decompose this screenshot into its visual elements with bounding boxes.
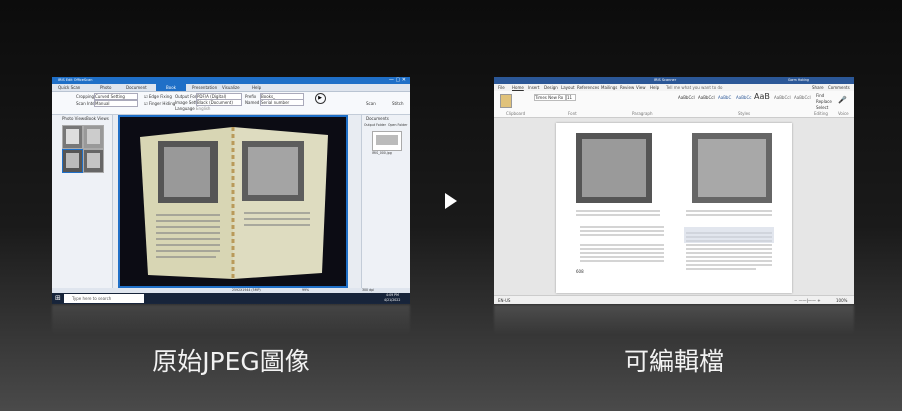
word-app-window: IRIS Scanner Gorm Hoking File Home Inser… (494, 77, 854, 304)
word-zoom-level[interactable]: 100% (836, 298, 847, 303)
dictate-icon[interactable]: 🎤 (838, 96, 847, 104)
word-title: IRIS Scanner (654, 78, 677, 82)
tab-book-views[interactable]: Book Views (86, 116, 109, 121)
language-status: EN-US (498, 298, 511, 303)
scanner-app-window: IRIS Edit OfficeScan — ▢ ✕ Quick Scan Ph… (52, 77, 410, 304)
caption-original-jpeg: 原始JPEG圖像 (152, 347, 310, 376)
thumbnail-b[interactable] (83, 125, 104, 149)
tell-me-input[interactable]: Tell me what you want to do (666, 85, 722, 90)
word-reflection (494, 305, 854, 335)
font-size-select[interactable]: 11 (566, 94, 576, 101)
tab-review[interactable]: Review (620, 85, 634, 90)
finger-hiding-checkbox[interactable]: ☑ Finger Hiding (144, 101, 175, 106)
replace-button[interactable]: Replace (816, 99, 832, 104)
language-select[interactable]: English (196, 106, 240, 111)
named-by-select[interactable]: Serial number (260, 99, 304, 106)
tab-visualize[interactable]: Visualize (222, 85, 240, 90)
group-styles: Styles (738, 111, 751, 116)
windows-taskbar: ⊞ Type here to search 4:09 PM 4/21/2022 (52, 293, 410, 304)
output-folder-button[interactable]: Output Folder (364, 123, 386, 128)
book-photo-image (140, 127, 328, 279)
document-file-name: IRIS_000.jpg (372, 151, 392, 155)
thumbnail-panel: Photo Views Book Views (52, 115, 113, 288)
documents-header: Documents (366, 116, 389, 121)
scanner-tabs: Quick Scan Photo Document Book Presentat… (52, 84, 410, 92)
edge-fixing-checkbox[interactable]: ☑ Edge Fixing (144, 94, 172, 99)
thumbnail-c[interactable] (62, 149, 83, 173)
finger-hiding-label: Finger Hiding (148, 101, 176, 106)
scanner-title-bar: IRIS Edit OfficeScan — ▢ ✕ (52, 77, 410, 84)
play-icon: ▶ (314, 93, 326, 104)
tab-photo[interactable]: Photo (100, 85, 111, 90)
share-button[interactable]: Share (812, 85, 824, 90)
prefix-label: Prefix (245, 94, 257, 99)
caption-editable-file: 可編輯檔 (623, 347, 724, 376)
tab-file[interactable]: File (498, 85, 505, 90)
book-photo-preview (118, 115, 348, 288)
thumbnail-a[interactable] (62, 125, 83, 149)
tab-references[interactable]: References (577, 85, 599, 90)
group-editing: Editing (814, 111, 828, 116)
tab-design[interactable]: Design (544, 85, 558, 90)
group-voice: Voice (838, 111, 849, 116)
language-label: Language (175, 106, 195, 111)
tab-book[interactable]: Book (156, 84, 186, 91)
group-font: Font (568, 111, 577, 116)
style-no-spacing[interactable]: AaBbCcI (698, 95, 715, 100)
word-user: Gorm Hoking (788, 78, 809, 82)
paste-icon[interactable] (500, 94, 512, 108)
scanner-title: IRIS Edit OfficeScan (58, 78, 93, 82)
window-controls[interactable]: — ▢ ✕ (389, 77, 406, 84)
stitch-button[interactable]: Stitch (392, 101, 404, 106)
word-status-bar: EN-US − ——|—— + 100% (494, 295, 854, 304)
cropping-select[interactable]: Curved Setting (94, 93, 138, 100)
documents-panel: Documents Output Folder Open Folder IRIS… (361, 115, 410, 288)
scan-interval-select[interactable]: Manual (94, 100, 138, 107)
tab-help-word[interactable]: Help (650, 85, 659, 90)
taskbar-date: 4/21/2022 (384, 298, 401, 302)
scanner-ribbon: Cropping Curved Setting Scan Interval Ma… (52, 92, 410, 120)
word-ribbon: Times New Ro 11 AaBbCcI AaBbCcI AaBbC Aa… (494, 91, 854, 118)
word-ribbon-tabs: File Home Insert Design Layout Reference… (494, 84, 854, 91)
document-content (576, 133, 774, 270)
tab-home[interactable]: Home (512, 85, 524, 90)
tab-document[interactable]: Document (126, 85, 147, 90)
image-settings-select[interactable]: Black (Document) (196, 99, 242, 106)
edge-fixing-label: Edge Fixing (148, 94, 172, 99)
style-normal[interactable]: AaBbCcI (678, 95, 695, 100)
comments-button[interactable]: Comments (828, 85, 850, 90)
style-subtle-emphasis[interactable]: AaBbCcI (794, 95, 811, 100)
style-title[interactable]: AaB (754, 92, 770, 101)
group-clipboard: Clipboard (506, 111, 526, 116)
group-paragraph: Paragraph (632, 111, 653, 116)
page-number: 608 (576, 269, 584, 274)
tab-quick-scan[interactable]: Quick Scan (58, 85, 80, 90)
find-button[interactable]: Find (816, 93, 824, 98)
taskbar-search-input[interactable]: Type here to search (64, 294, 144, 303)
tab-help[interactable]: Help (252, 85, 261, 90)
scan-button[interactable]: Scan (366, 101, 376, 106)
tab-layout[interactable]: Layout (561, 85, 575, 90)
scanner-reflection (52, 305, 410, 335)
document-page[interactable]: 608 (556, 123, 792, 293)
zoom-slider[interactable]: − ——|—— + (794, 298, 821, 303)
style-subtitle[interactable]: AaBbCcI (774, 95, 791, 100)
font-name-select[interactable]: Times New Ro (534, 94, 566, 101)
select-button[interactable]: Select (816, 105, 828, 110)
word-title-bar: IRIS Scanner Gorm Hoking (494, 77, 854, 84)
style-heading-2[interactable]: AaBbCc (736, 95, 751, 100)
windows-start-icon[interactable]: ⊞ (55, 294, 61, 303)
tab-view[interactable]: View (636, 85, 646, 90)
tab-mailings[interactable]: Mailings (601, 85, 617, 90)
thumbnail-d[interactable] (83, 149, 104, 173)
cropping-label: Cropping (76, 94, 95, 99)
tab-photo-views[interactable]: Photo Views (62, 116, 86, 121)
demo-video-button[interactable]: ▶ Demo Video (310, 93, 334, 120)
arrow-right-icon (445, 193, 457, 209)
style-heading-1[interactable]: AaBbC (718, 95, 731, 100)
tab-presentation[interactable]: Presentation (192, 85, 217, 90)
document-file-thumb[interactable] (372, 131, 402, 151)
tab-insert[interactable]: Insert (528, 85, 539, 90)
open-folder-button[interactable]: Open Folder (388, 123, 407, 128)
